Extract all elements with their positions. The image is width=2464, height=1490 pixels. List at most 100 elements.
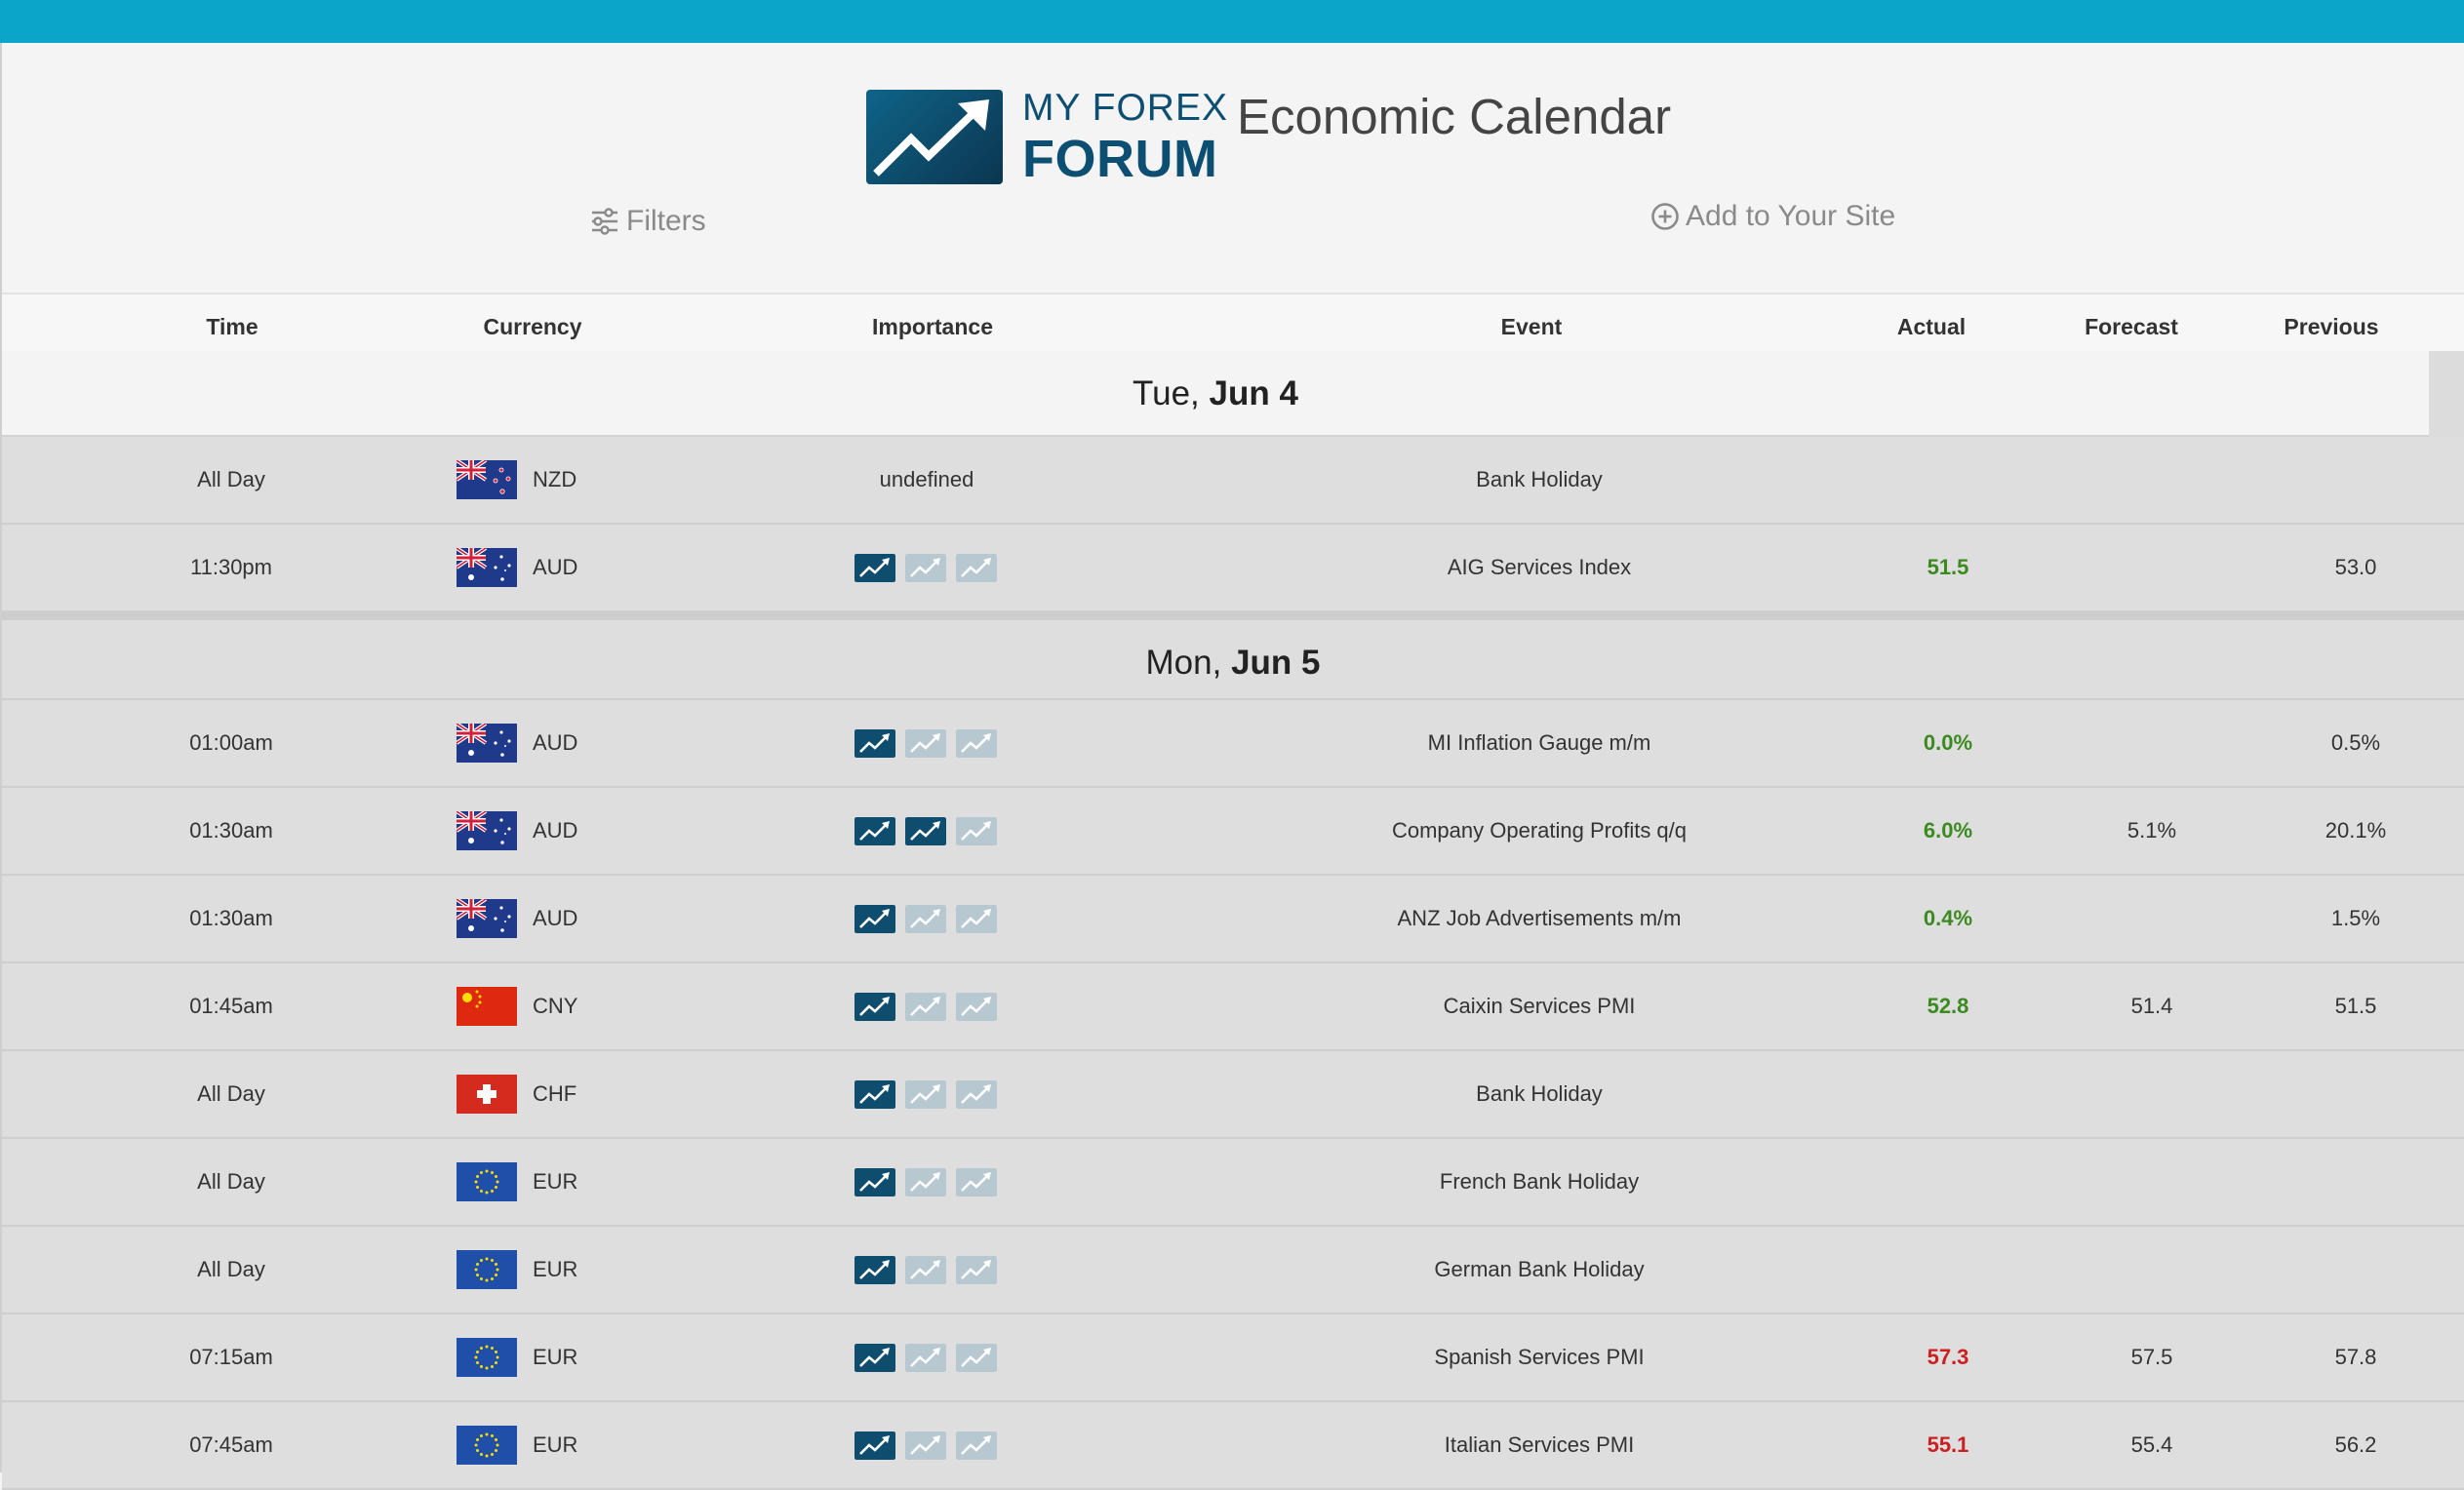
- header-actual[interactable]: Actual: [1897, 294, 1966, 351]
- table-row[interactable]: All Day NZD undefined Bank Holiday: [2, 437, 2464, 525]
- table-row[interactable]: 01:45am CNY Caixin Services PMI 52.8 51.4 51.…: [2, 963, 2464, 1051]
- impact-chart-icon: [854, 992, 895, 1021]
- filters-button[interactable]: Filters: [589, 205, 706, 238]
- currency-cell: CHF: [457, 1051, 576, 1137]
- event-time: 01:30am: [189, 906, 273, 930]
- actual-value: 55.1: [1927, 1432, 1969, 1457]
- impact-chart-icon: [905, 1255, 946, 1284]
- impact-chart-icon: [854, 728, 895, 758]
- calendar-table-body: Tue, Jun 4 All Day NZD undefined Bank Holida…: [2, 351, 2464, 1490]
- table-row[interactable]: 01:00am AUD MI Inflation Gauge m/m 0.0% 0.5%: [2, 700, 2464, 788]
- currency-code: EUR: [533, 1257, 578, 1281]
- flag-nz-icon: [457, 460, 517, 499]
- scrollbar-track[interactable]: [2429, 351, 2464, 437]
- importance-indicator: [854, 963, 1007, 1049]
- currency-cell: EUR: [457, 1402, 577, 1488]
- impact-chart-icon: [854, 1167, 895, 1196]
- event-name[interactable]: Company Operating Profits q/q: [1392, 788, 1687, 874]
- event-name[interactable]: ANZ Job Advertisements m/m: [1398, 876, 1682, 961]
- event-time: All Day: [197, 1169, 265, 1194]
- table-row[interactable]: All Day CHF Bank Holiday: [2, 1051, 2464, 1139]
- currency-cell: EUR: [457, 1139, 577, 1225]
- impact-chart-icon: [956, 553, 997, 582]
- event-time: 01:45am: [189, 994, 273, 1018]
- flag-ch-icon: [457, 1075, 517, 1114]
- actual-value: 51.5: [1927, 555, 1969, 579]
- event-time: 01:30am: [189, 818, 273, 843]
- event-name[interactable]: Caixin Services PMI: [1444, 963, 1636, 1049]
- table-row[interactable]: 01:30am AUD ANZ Job Advertisements m/m 0.4%…: [2, 876, 2464, 963]
- brand-logo[interactable]: MY FOREX FORUM: [866, 88, 1228, 185]
- sliders-icon: [592, 208, 617, 235]
- event-name[interactable]: French Bank Holiday: [1440, 1139, 1639, 1225]
- header-currency[interactable]: Currency: [484, 294, 582, 351]
- forecast-value: 55.4: [2130, 1432, 2173, 1457]
- header-forecast[interactable]: Forecast: [2085, 294, 2178, 351]
- previous-value: 0.5%: [2330, 730, 2381, 755]
- importance-indicator: [854, 1139, 1007, 1225]
- header-importance[interactable]: Importance: [872, 294, 993, 351]
- impact-chart-icon: [956, 1255, 997, 1284]
- event-name[interactable]: Bank Holiday: [1476, 1051, 1603, 1137]
- table-row[interactable]: All Day EUR German Bank Holiday: [2, 1227, 2464, 1314]
- add-to-site-button[interactable]: Add to Your Site: [1650, 200, 1895, 233]
- flag-au-icon: [457, 548, 517, 587]
- impact-chart-icon: [956, 904, 997, 933]
- actual-value: 52.8: [1927, 994, 1969, 1018]
- actual-value: 0.0%: [1923, 730, 1973, 755]
- logo-text-line1: MY FOREX: [1022, 86, 1228, 129]
- event-time: All Day: [197, 467, 265, 491]
- filters-label: Filters: [626, 205, 706, 237]
- impact-chart-icon: [905, 904, 946, 933]
- impact-chart-icon: [854, 1255, 895, 1284]
- table-row[interactable]: 07:15am EUR Spanish Services PMI 57.3 57.5 57…: [2, 1314, 2464, 1402]
- table-row[interactable]: 01:30am AUD Company Operating Profits q/q 6…: [2, 788, 2464, 876]
- date-label: Jun 4: [1209, 374, 1298, 412]
- currency-cell: AUD: [457, 788, 577, 874]
- impact-chart-icon: [905, 728, 946, 758]
- header-previous[interactable]: Previous: [2284, 294, 2378, 351]
- actual-value: 57.3: [1927, 1345, 1969, 1369]
- currency-cell: CNY: [457, 963, 577, 1049]
- impact-chart-icon: [956, 1079, 997, 1109]
- date-group-header: Mon, Jun 5: [2, 612, 2464, 700]
- table-row[interactable]: All Day EUR French Bank Holiday: [2, 1139, 2464, 1227]
- importance-text: undefined: [879, 467, 974, 491]
- plus-circle-icon: [1651, 203, 1679, 230]
- event-name[interactable]: AIG Services Index: [1448, 525, 1631, 610]
- event-name[interactable]: Italian Services PMI: [1445, 1402, 1634, 1488]
- actual-value: 6.0%: [1923, 818, 1973, 843]
- date-group-header: Tue, Jun 4: [2, 351, 2464, 437]
- header-event[interactable]: Event: [1501, 294, 1563, 351]
- event-name[interactable]: German Bank Holiday: [1434, 1227, 1644, 1313]
- event-name[interactable]: Spanish Services PMI: [1434, 1314, 1644, 1400]
- importance-indicator: [854, 525, 1007, 610]
- event-time: All Day: [197, 1081, 265, 1106]
- importance-indicator: [854, 876, 1007, 961]
- previous-value: 51.5: [2334, 994, 2377, 1018]
- flag-cn-icon: [457, 987, 517, 1026]
- flag-eu-icon: [457, 1426, 517, 1465]
- table-row[interactable]: 07:45am EUR Italian Services PMI 55.1 55.4 56…: [2, 1402, 2464, 1490]
- currency-code: CHF: [533, 1081, 577, 1106]
- impact-chart-icon: [956, 992, 997, 1021]
- impact-chart-icon: [854, 1431, 895, 1460]
- currency-code: AUD: [533, 730, 578, 755]
- impact-chart-icon: [956, 1431, 997, 1460]
- currency-code: CNY: [533, 994, 578, 1018]
- impact-chart-icon: [905, 553, 946, 582]
- event-time: 07:45am: [189, 1432, 273, 1457]
- impact-chart-icon: [956, 728, 997, 758]
- impact-chart-icon: [854, 816, 895, 845]
- impact-chart-icon: [905, 1167, 946, 1196]
- page-title: Economic Calendar: [1237, 89, 1672, 144]
- impact-chart-icon: [956, 1343, 997, 1372]
- currency-code: AUD: [533, 818, 578, 843]
- event-name[interactable]: Bank Holiday: [1476, 437, 1603, 523]
- importance-indicator: [854, 1314, 1007, 1400]
- event-name[interactable]: MI Inflation Gauge m/m: [1428, 700, 1651, 786]
- logo-text-line2: FORUM: [1022, 129, 1218, 188]
- header-time[interactable]: Time: [206, 294, 258, 351]
- date-label: Jun 5: [1231, 644, 1321, 682]
- table-row[interactable]: 11:30pm AUD AIG Services Index 51.5 53.0: [2, 525, 2464, 612]
